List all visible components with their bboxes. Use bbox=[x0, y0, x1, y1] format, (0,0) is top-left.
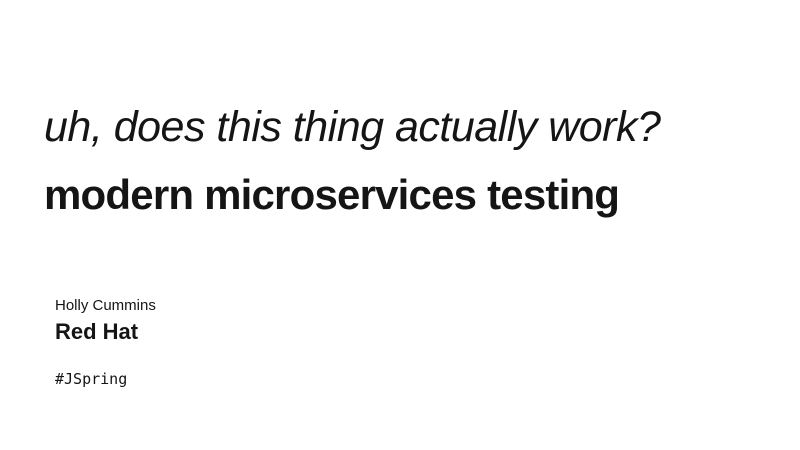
slide-subtitle: uh, does this thing actually work? bbox=[44, 103, 661, 151]
event-hashtag: #JSpring bbox=[55, 370, 128, 388]
company-name: Red Hat bbox=[55, 319, 139, 344]
title-slide: uh, does this thing actually work? moder… bbox=[0, 0, 800, 450]
slide-title: modern microservices testing bbox=[44, 171, 620, 218]
author-name: Holly Cummins bbox=[55, 297, 156, 314]
